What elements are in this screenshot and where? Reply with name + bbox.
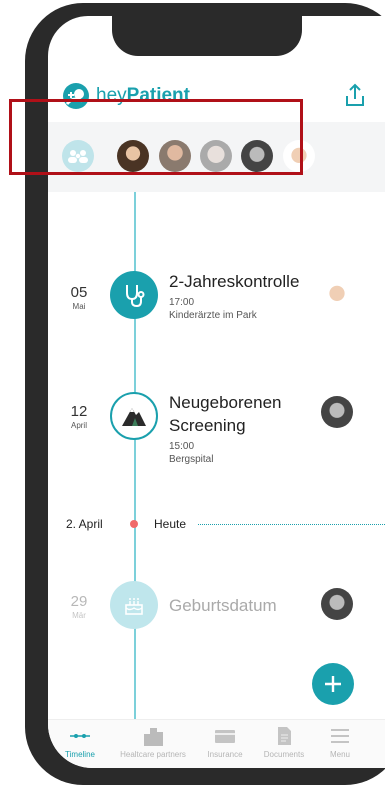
event-day: 29 xyxy=(70,593,88,610)
event-place: Kinderärzte im Park xyxy=(169,310,257,321)
event-person-avatar xyxy=(321,588,353,620)
event-month: Mär xyxy=(72,611,86,620)
event-day: 12 xyxy=(70,403,88,420)
tab-timeline[interactable]: Timeline xyxy=(54,726,106,759)
add-event-button[interactable] xyxy=(312,663,354,705)
event-month: April xyxy=(70,421,87,430)
event-month: Mai xyxy=(72,302,86,311)
bottom-tab-bar: Timeline Healtcare partners Insurance Do… xyxy=(48,719,385,768)
share-icon[interactable] xyxy=(343,82,367,108)
event-day: 05 xyxy=(70,284,88,301)
event-circle[interactable] xyxy=(110,271,158,319)
buildings-icon xyxy=(144,728,163,746)
event-title[interactable]: Geburtsdatum xyxy=(169,594,277,617)
tab-healthcare-partners[interactable]: Healtcare partners xyxy=(110,726,196,759)
event-circle[interactable] xyxy=(110,392,158,440)
tab-menu[interactable]: Menu xyxy=(320,726,360,759)
card-icon xyxy=(215,730,235,743)
timeline-icon xyxy=(70,734,90,738)
tab-label: Timeline xyxy=(65,750,95,759)
profile-selector-highlight xyxy=(9,99,303,175)
event-person-avatar xyxy=(321,396,353,428)
event-title[interactable]: Neugeborenen xyxy=(169,391,281,414)
tab-documents[interactable]: Documents xyxy=(254,726,314,759)
event-time: 15:00 xyxy=(169,441,195,452)
phone-notch xyxy=(112,16,302,56)
today-dot xyxy=(130,520,138,528)
tab-insurance[interactable]: Insurance xyxy=(200,726,250,759)
event-date: 05 Mai xyxy=(56,284,102,311)
event-place: Bergspital xyxy=(169,454,214,465)
tab-label: Insurance xyxy=(207,750,243,759)
mountain-icon xyxy=(122,408,146,426)
event-circle[interactable] xyxy=(110,581,158,629)
today-date: 2. April xyxy=(66,517,103,531)
tab-label: Healtcare partners xyxy=(120,750,186,759)
menu-icon xyxy=(331,729,349,743)
cake-icon xyxy=(125,598,143,615)
tab-label: Documents xyxy=(263,750,305,759)
event-date: 29 Mär xyxy=(56,593,102,620)
event-title-line2[interactable]: Screening xyxy=(169,414,246,437)
stethoscope-icon xyxy=(126,285,145,308)
plus-icon xyxy=(325,676,341,692)
event-date: 12 April xyxy=(56,403,102,430)
event-title[interactable]: 2-Jahreskontrolle xyxy=(169,270,299,293)
today-label: Heute xyxy=(154,517,187,531)
event-time: 17:00 xyxy=(169,297,195,308)
today-dotted-line xyxy=(198,524,385,525)
event-person-avatar xyxy=(321,278,353,310)
today-marker: 2. April Heute xyxy=(48,516,385,534)
document-icon xyxy=(278,727,291,745)
tab-label: Menu xyxy=(329,750,350,759)
